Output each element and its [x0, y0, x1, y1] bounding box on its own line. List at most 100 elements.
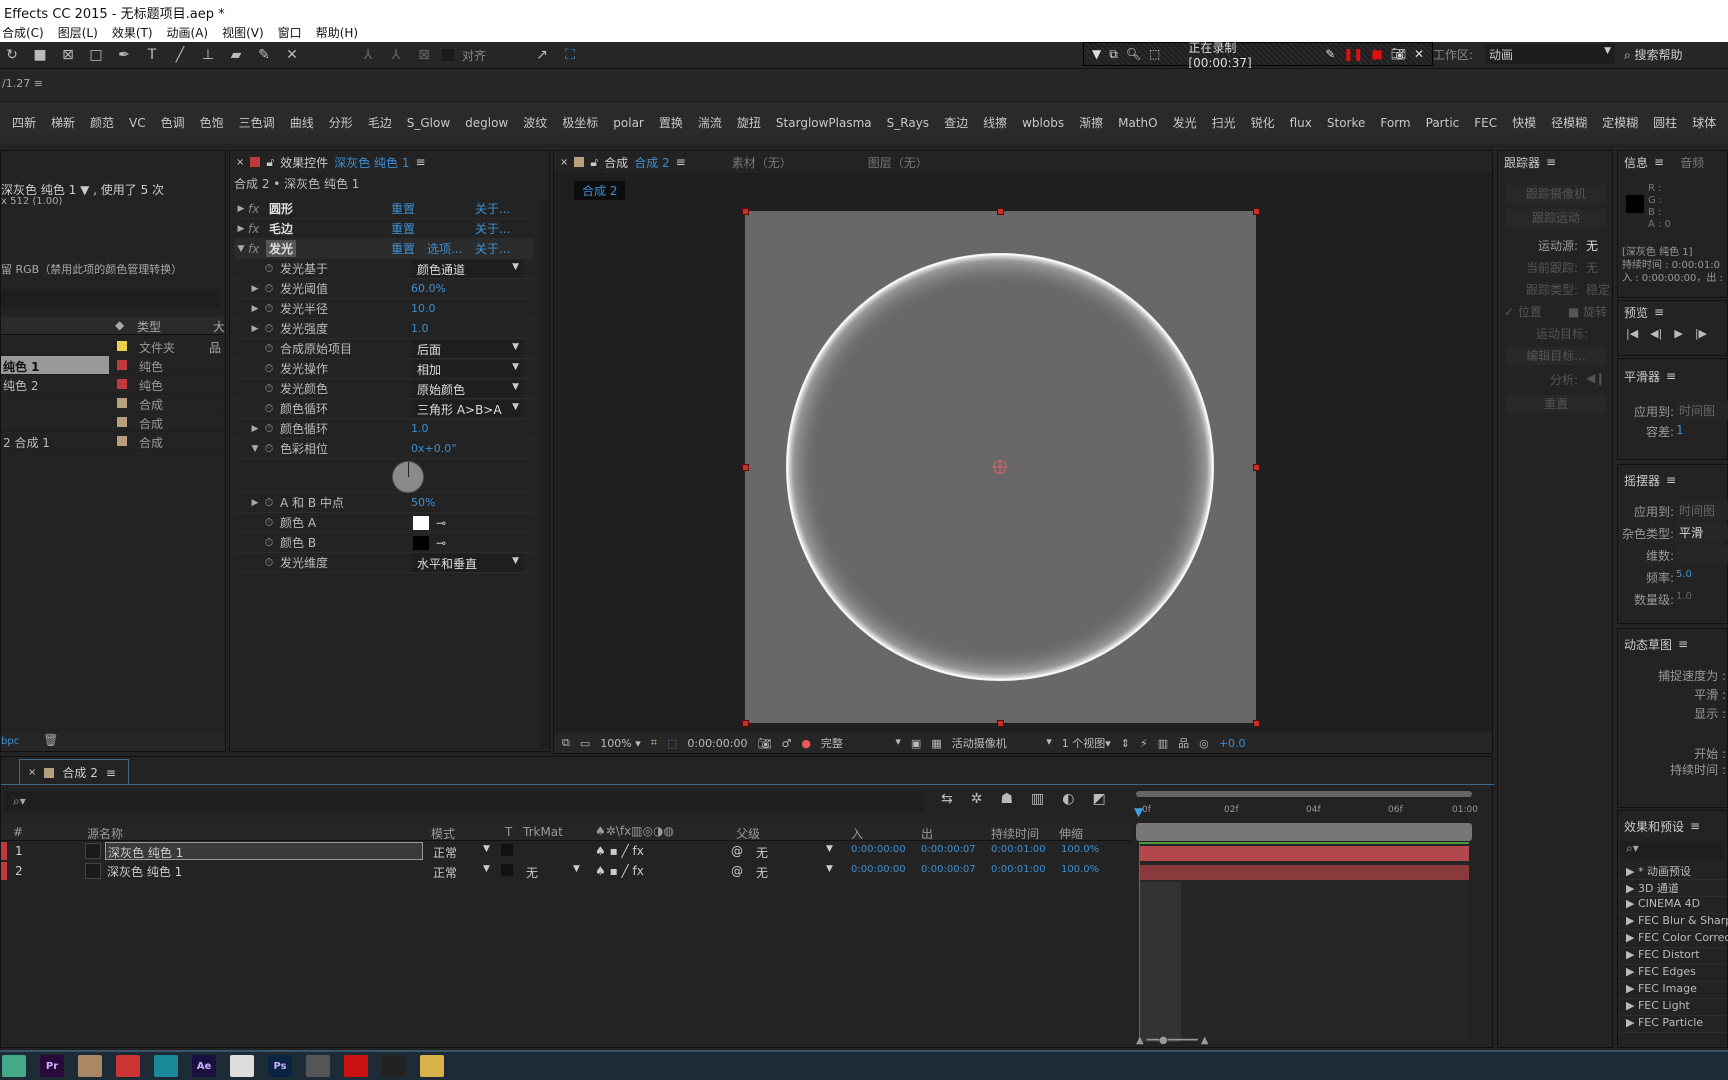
- label-color[interactable]: [1, 842, 7, 860]
- lock-icon[interactable]: 🔓︎: [266, 155, 274, 170]
- scrollbar[interactable]: [540, 199, 548, 749]
- panel-menu-icon[interactable]: ≡: [1678, 637, 1688, 651]
- show-snapshot-icon[interactable]: ♂: [781, 737, 791, 750]
- zoom-select[interactable]: 100% ▾: [600, 737, 640, 750]
- magnitude-value[interactable]: 1.0: [1676, 591, 1692, 602]
- panel-menu-icon[interactable]: ≡: [676, 155, 686, 169]
- channel-icon[interactable]: ●: [801, 737, 811, 750]
- hue-phase-dial[interactable]: [392, 461, 424, 493]
- stamp-tool-icon[interactable]: ⊥: [198, 47, 218, 63]
- preset-category[interactable]: ▶ FEC Light: [1618, 999, 1727, 1016]
- recorder-stop-icon[interactable]: ■: [1371, 47, 1382, 61]
- effect-controls-tab[interactable]: × 🔓︎ 效果控件 深灰色 纯色 1 ≡: [230, 151, 549, 173]
- layer-handle[interactable]: [1253, 208, 1260, 215]
- preset-category[interactable]: ▶ FEC Color Correction: [1618, 931, 1728, 948]
- taskbar-app-qq[interactable]: [382, 1055, 406, 1077]
- tab-layer[interactable]: 图层（无）: [868, 154, 928, 171]
- layer-bar-2[interactable]: [1139, 865, 1469, 880]
- close-icon[interactable]: ×: [236, 157, 244, 168]
- frame-blending-icon[interactable]: ▥: [1031, 791, 1044, 807]
- eraser-tool-icon[interactable]: ▰: [226, 47, 246, 63]
- recorder-zoom-icon[interactable]: 🔍︎: [1126, 47, 1141, 61]
- timeline-tab[interactable]: × 合成 2 ≡: [19, 759, 129, 785]
- rectangle-tool-icon[interactable]: □: [86, 47, 106, 63]
- tolerance-value[interactable]: 1: [1676, 423, 1684, 437]
- twirl-icon[interactable]: ▶: [248, 324, 262, 334]
- taskbar-app-chrome[interactable]: [2, 1055, 26, 1077]
- region-of-interest-icon[interactable]: ▣: [911, 737, 921, 750]
- taskbar-app-ae[interactable]: Ae: [192, 1055, 216, 1077]
- timeline-zoom-slider[interactable]: ▲ ━━●━━━━━ ▲: [1136, 1035, 1209, 1046]
- recorder-menu-icon[interactable]: ▼: [1092, 47, 1101, 61]
- fx-shortcut-button[interactable]: 扫光: [1212, 114, 1236, 131]
- layer-out[interactable]: 0:00:00:07: [921, 844, 976, 855]
- fx-shortcut-button[interactable]: 梯新: [51, 114, 75, 131]
- lock-icon[interactable]: 🔓︎: [590, 155, 598, 170]
- search-help[interactable]: ⌕ 搜索帮助: [1624, 46, 1683, 63]
- reset-link[interactable]: 重置: [391, 200, 415, 217]
- flowchart-icon[interactable]: 品: [1178, 735, 1189, 751]
- fx-shortcut-button[interactable]: Form: [1380, 116, 1410, 130]
- taskbar-app-game[interactable]: [78, 1055, 102, 1077]
- brush-tool-icon[interactable]: ╱: [170, 47, 190, 63]
- stopwatch-icon[interactable]: ⏱︎: [262, 342, 276, 356]
- about-link[interactable]: 关于...: [475, 240, 510, 257]
- fx-shortcut-button[interactable]: MathO: [1118, 116, 1157, 130]
- timeline-search-input[interactable]: ⌕▾: [5, 791, 925, 813]
- camera-select[interactable]: 活动摄像机 ▾: [952, 735, 1052, 751]
- presets-search-input[interactable]: ⌕▾: [1622, 841, 1723, 859]
- snap-checkbox[interactable]: [442, 49, 454, 61]
- fx-shortcut-button[interactable]: 分形: [329, 114, 353, 131]
- reset-link[interactable]: 重置: [391, 240, 415, 257]
- eyedropper-icon[interactable]: ⊸: [436, 516, 446, 530]
- tab-comp-prefix[interactable]: 合成: [604, 154, 628, 171]
- track-type-value[interactable]: 稳定: [1586, 281, 1610, 298]
- axis-view-icon[interactable]: ⊠: [414, 47, 434, 63]
- zoom-range-bar[interactable]: [1136, 823, 1472, 841]
- layer-duration[interactable]: 0:00:01:00: [991, 864, 1046, 875]
- project-search-input[interactable]: [1, 289, 221, 309]
- dimensions-select[interactable]: [1676, 545, 1728, 563]
- chevron-down-icon[interactable]: ▼: [826, 844, 833, 854]
- axis-local-icon[interactable]: ⅄: [358, 47, 378, 63]
- work-area-scrollbar[interactable]: [1136, 791, 1472, 797]
- menu-layer[interactable]: 图层(L): [58, 24, 98, 42]
- property-value[interactable]: 60.0%: [411, 282, 446, 295]
- fx-shortcut-button[interactable]: 极坐标: [562, 114, 598, 131]
- project-item[interactable]: 2 合成 1 合成: [1, 432, 223, 451]
- tab-footage[interactable]: 素材（无）: [732, 154, 792, 171]
- fx-shortcut-button[interactable]: Storke: [1327, 116, 1366, 130]
- pickwhip-icon[interactable]: @: [731, 844, 743, 858]
- recorder-pen-icon[interactable]: ✎: [1325, 47, 1335, 61]
- twirl-icon[interactable]: ▶: [1626, 982, 1638, 995]
- chevron-down-icon[interactable]: ▼: [573, 864, 580, 874]
- mode-select[interactable]: 正常: [433, 844, 457, 861]
- twirl-icon[interactable]: ▶: [1626, 931, 1638, 944]
- fx-shortcut-button[interactable]: 圆柱: [1653, 114, 1677, 131]
- preset-category[interactable]: ▶ * 动画预设: [1618, 863, 1727, 880]
- property-value[interactable]: 1.0: [411, 322, 429, 335]
- taskbar-app-ps[interactable]: Ps: [268, 1055, 292, 1077]
- fx-shortcut-button[interactable]: 锐化: [1251, 114, 1275, 131]
- fx-shortcut-button[interactable]: 定模糊: [1602, 114, 1638, 131]
- comp-breadcrumb-chip[interactable]: 合成 2: [574, 181, 626, 200]
- frequency-value[interactable]: 5.0: [1676, 569, 1692, 580]
- fast-preview-icon[interactable]: ⚡︎: [1140, 737, 1148, 750]
- twirl-icon[interactable]: ▶: [1626, 914, 1638, 927]
- stopwatch-icon[interactable]: ⏱︎: [262, 322, 276, 336]
- eyedropper-icon[interactable]: ⊸: [436, 536, 446, 550]
- axis-world-icon[interactable]: ⅄: [386, 47, 406, 63]
- layer-switches[interactable]: ♠ ▪ ╱ fx: [595, 864, 644, 878]
- bpc-button[interactable]: bpc: [1, 736, 19, 747]
- exposure-icon[interactable]: ◎: [1199, 737, 1209, 750]
- effect-header[interactable]: ▶ fx 毛边 重置 关于...: [234, 219, 534, 239]
- text-tool-icon[interactable]: T: [142, 47, 162, 63]
- menu-icon[interactable]: ≡: [34, 77, 43, 90]
- fx-shortcut-button[interactable]: deglow: [465, 116, 508, 130]
- preset-category[interactable]: ▶ FEC Edges: [1618, 965, 1727, 982]
- menu-effect[interactable]: 效果(T): [112, 24, 153, 42]
- property-value[interactable]: 10.0: [411, 302, 436, 315]
- preserve-transparency-checkbox[interactable]: [501, 844, 513, 856]
- workspace-select[interactable]: 动画 ▼: [1485, 44, 1615, 64]
- exposure-value[interactable]: +0.0: [1219, 737, 1246, 750]
